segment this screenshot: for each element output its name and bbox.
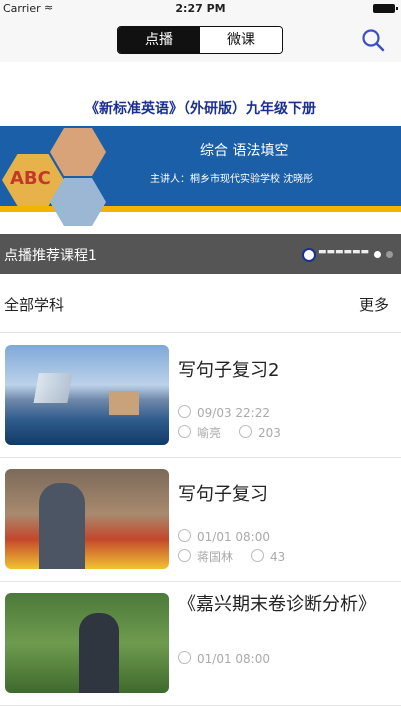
- course-item[interactable]: 《嘉兴期末卷诊断分析》 01/01 08:00: [0, 581, 401, 706]
- course-title: 《嘉兴期末卷诊断分析》: [178, 594, 376, 615]
- page-dot-active[interactable]: [374, 251, 381, 258]
- segmented-control: 点播 微课: [117, 26, 283, 54]
- status-bar: Carrier ≈ 2:27 PM: [0, 0, 401, 18]
- page-dot[interactable]: [386, 251, 393, 258]
- course-author-views: 蒋国林 43: [178, 548, 285, 565]
- subjects-header: 全部学科 更多: [0, 274, 401, 333]
- person-icon: [178, 425, 191, 438]
- banner-book-title: 《新标准英语》（外研版）九年级下册: [85, 101, 316, 117]
- battery-icon: [373, 4, 398, 13]
- course-time: 01/01 08:00: [178, 651, 270, 666]
- banner-carousel[interactable]: 《新标准英语》（外研版）九年级下册 ABC 综合 语法填空 主讲人：桐乡市现代实…: [0, 62, 401, 234]
- eye-icon: [239, 425, 253, 438]
- teacher-figure: [79, 613, 119, 693]
- recommend-label: 点播推荐课程1: [4, 248, 97, 264]
- banner-subtitle: 综合 语法填空: [200, 143, 289, 159]
- course-title: 写句子复习2: [178, 360, 280, 381]
- sponsor-logo-text: ▬▬▬▬▬▬: [318, 247, 370, 257]
- banner-lecturer: 主讲人：桐乡市现代实验学校 沈晓彤: [150, 174, 314, 185]
- tab-micro-course[interactable]: 微课: [200, 27, 282, 53]
- recommend-bar: 点播推荐课程1 ▬▬▬▬▬▬: [0, 234, 401, 274]
- clock: 2:27 PM: [175, 2, 226, 15]
- course-time: 01/01 08:00: [178, 529, 270, 544]
- tab-on-demand[interactable]: 点播: [118, 27, 200, 53]
- person-icon: [178, 549, 191, 562]
- course-item[interactable]: 写句子复习 01/01 08:00 蒋国林 43: [0, 457, 401, 582]
- course-thumbnail: [5, 593, 169, 693]
- course-thumbnail: [5, 469, 169, 569]
- search-icon[interactable]: [361, 28, 385, 52]
- course-thumbnail: [5, 345, 169, 445]
- castle-shape: [109, 391, 139, 415]
- course-item[interactable]: 写句子复习2 09/03 22:22 喻亮 203: [0, 333, 401, 458]
- section-title: 全部学科: [4, 296, 65, 314]
- clock-icon: [178, 529, 191, 542]
- sponsor-logo-icon: [302, 248, 316, 262]
- course-author-views: 喻亮 203: [178, 424, 281, 441]
- clock-icon: [178, 405, 191, 418]
- speaker-figure: [39, 483, 85, 569]
- course-title: 写句子复习: [178, 484, 268, 505]
- abc-letters: ABC: [10, 168, 51, 189]
- course-time: 09/03 22:22: [178, 405, 270, 420]
- more-link[interactable]: 更多: [359, 294, 389, 315]
- eye-icon: [251, 549, 265, 562]
- nav-bar: 点播 微课: [0, 18, 401, 63]
- clock-icon: [178, 651, 191, 664]
